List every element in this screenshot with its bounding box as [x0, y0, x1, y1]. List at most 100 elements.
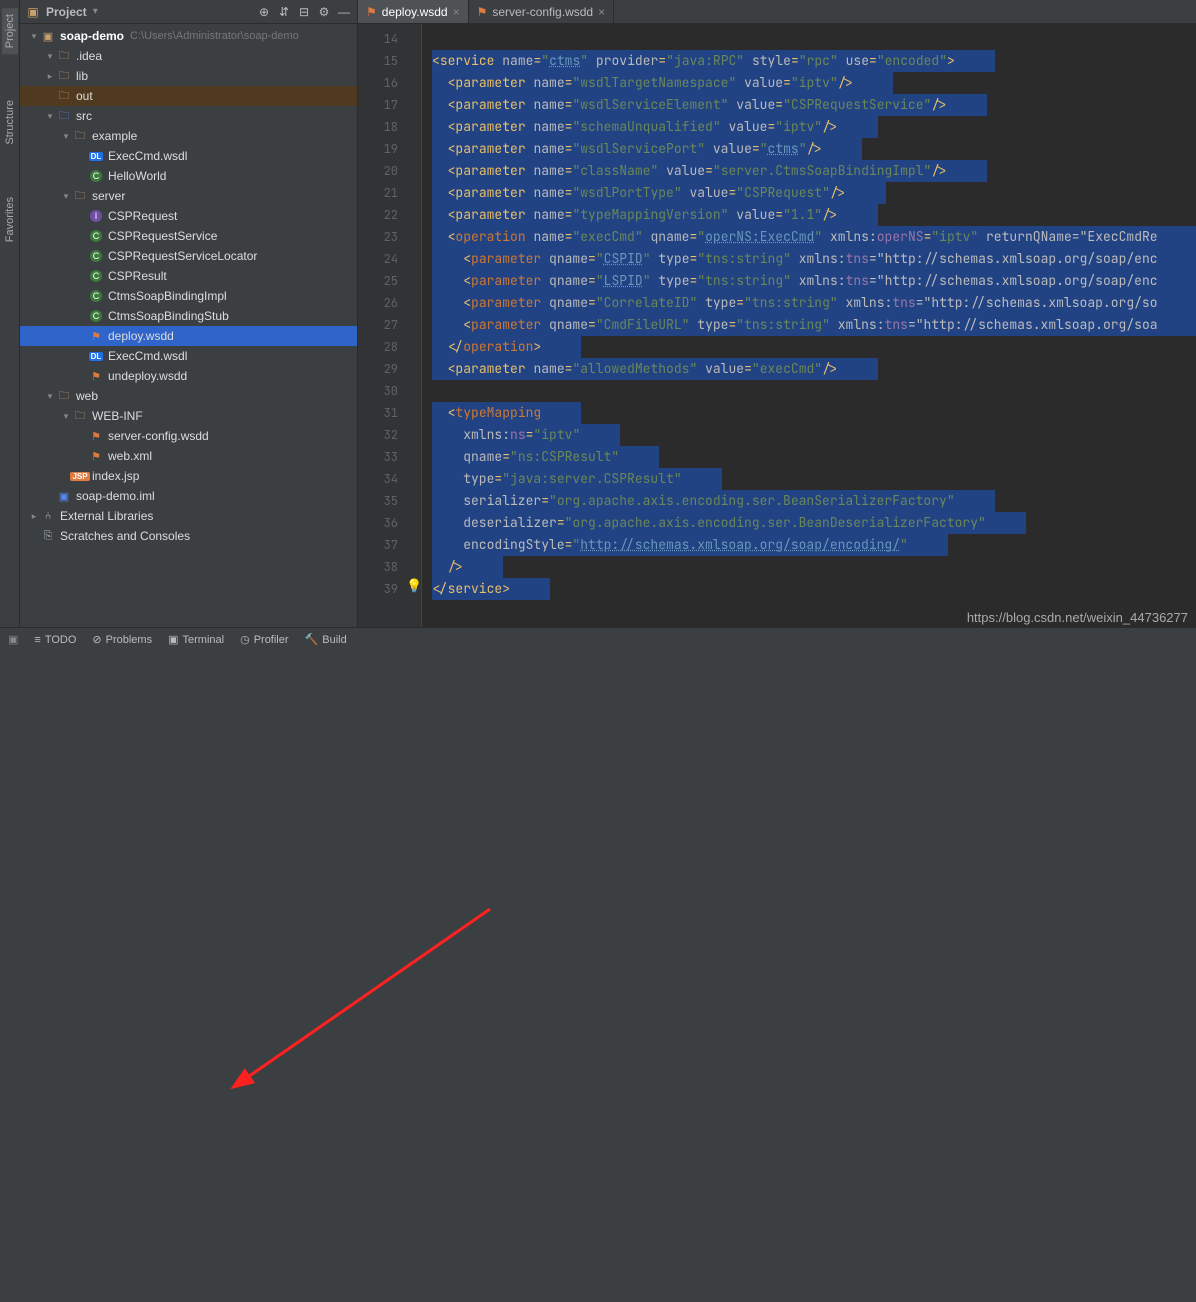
- tree-item[interactable]: CCtmsSoapBindingStub: [20, 306, 357, 326]
- chevron-icon[interactable]: ▾: [60, 131, 72, 142]
- line-number[interactable]: 38: [362, 556, 398, 578]
- scratches[interactable]: ⎘ Scratches and Consoles: [20, 526, 357, 546]
- line-number[interactable]: 30: [362, 380, 398, 402]
- external-libraries[interactable]: ▸ ⑃ External Libraries: [20, 506, 357, 526]
- close-icon[interactable]: ×: [453, 5, 460, 19]
- code-line[interactable]: <parameter qname="CorrelateID" type="tns…: [432, 292, 1196, 314]
- project-tree[interactable]: ▾ ▣ soap-demo C:\Users\Administrator\soa…: [20, 24, 357, 651]
- line-number[interactable]: 29: [362, 358, 398, 380]
- code-line[interactable]: qname="ns:CSPResult": [432, 446, 1196, 468]
- line-number[interactable]: 24: [362, 248, 398, 270]
- locate-icon[interactable]: ⊕: [257, 5, 271, 19]
- gear-icon[interactable]: ⚙: [317, 5, 331, 19]
- tree-item[interactable]: ⚑server-config.wsdd: [20, 426, 357, 446]
- profiler-tab[interactable]: ◷Profiler: [240, 633, 288, 646]
- line-number[interactable]: 34: [362, 468, 398, 490]
- todo-tab[interactable]: ≡TODO: [34, 634, 76, 646]
- tree-item[interactable]: ▾🗀WEB-INF: [20, 406, 357, 426]
- code-line[interactable]: serializer="org.apache.axis.encoding.ser…: [432, 490, 1196, 512]
- collapse-icon[interactable]: ⊟: [297, 5, 311, 19]
- code-line[interactable]: <parameter name="allowedMethods" value="…: [432, 358, 1196, 380]
- tree-item[interactable]: DLExecCmd.wsdl: [20, 346, 357, 366]
- tree-item[interactable]: CHelloWorld: [20, 166, 357, 186]
- code-line[interactable]: <parameter name="wsdlServicePort" value=…: [432, 138, 1196, 160]
- chevron-icon[interactable]: ▾: [60, 411, 72, 422]
- tree-item[interactable]: ▾🗀.idea: [20, 46, 357, 66]
- tree-item[interactable]: ▾🗀web: [20, 386, 357, 406]
- code-line[interactable]: [432, 380, 1196, 402]
- tree-item[interactable]: 🗀out: [20, 86, 357, 106]
- tree-item[interactable]: ▾🗀src: [20, 106, 357, 126]
- line-number[interactable]: 23: [362, 226, 398, 248]
- tree-item-selected[interactable]: ⚑deploy.wsdd: [20, 326, 357, 346]
- tree-item[interactable]: ⚑web.xml: [20, 446, 357, 466]
- chevron-icon[interactable]: ▾: [44, 51, 56, 62]
- tree-item[interactable]: CCSPRequestServiceLocator: [20, 246, 357, 266]
- line-number[interactable]: 28: [362, 336, 398, 358]
- line-number[interactable]: 25: [362, 270, 398, 292]
- build-tab[interactable]: 🔨Build: [305, 633, 347, 646]
- chevron-icon[interactable]: ▸: [44, 71, 56, 82]
- code-line[interactable]: <parameter name="wsdlServiceElement" val…: [432, 94, 1196, 116]
- code-line[interactable]: deserializer="org.apache.axis.encoding.s…: [432, 512, 1196, 534]
- toolwindow-project[interactable]: Project: [2, 8, 18, 54]
- code-line[interactable]: </service>: [432, 578, 1196, 600]
- code-line[interactable]: <operation name="execCmd" qname="operNS:…: [432, 226, 1196, 248]
- tree-item[interactable]: JSPindex.jsp: [20, 466, 357, 486]
- toolwindow-favorites[interactable]: Favorites: [2, 191, 18, 248]
- intention-bulb-icon[interactable]: 💡: [406, 578, 422, 594]
- line-number[interactable]: 33: [362, 446, 398, 468]
- tree-item[interactable]: CCSPRequestService: [20, 226, 357, 246]
- line-number[interactable]: 21: [362, 182, 398, 204]
- toolwindow-structure[interactable]: Structure: [2, 94, 18, 151]
- line-number[interactable]: 22: [362, 204, 398, 226]
- tree-item[interactable]: ⚑undeploy.wsdd: [20, 366, 357, 386]
- line-number[interactable]: 37: [362, 534, 398, 556]
- code-line[interactable]: <parameter name="typeMappingVersion" val…: [432, 204, 1196, 226]
- code-line[interactable]: <typeMapping: [432, 402, 1196, 424]
- line-number[interactable]: 32: [362, 424, 398, 446]
- close-icon[interactable]: ×: [598, 5, 605, 19]
- line-gutter[interactable]: 1415161718192021222324252627282930313233…: [358, 24, 406, 629]
- line-number[interactable]: 26: [362, 292, 398, 314]
- line-number[interactable]: 17: [362, 94, 398, 116]
- line-number[interactable]: 19: [362, 138, 398, 160]
- tree-item[interactable]: CCtmsSoapBindingImpl: [20, 286, 357, 306]
- tree-item[interactable]: ▾🗀example: [20, 126, 357, 146]
- expand-icon[interactable]: ⇵: [277, 5, 291, 19]
- code-line[interactable]: encodingStyle="http://schemas.xmlsoap.or…: [432, 534, 1196, 556]
- tree-item[interactable]: ICSPRequest: [20, 206, 357, 226]
- line-number[interactable]: 14: [362, 28, 398, 50]
- code-line[interactable]: <parameter name="className" value="serve…: [432, 160, 1196, 182]
- code-line[interactable]: <parameter qname="CmdFileURL" type="tns:…: [432, 314, 1196, 336]
- code-line[interactable]: xmlns:ns="iptv": [432, 424, 1196, 446]
- code-line[interactable]: <service name="ctms" provider="java:RPC"…: [432, 50, 1196, 72]
- tree-item[interactable]: ▣soap-demo.iml: [20, 486, 357, 506]
- tree-item[interactable]: CCSPResult: [20, 266, 357, 286]
- code-editor[interactable]: <service name="ctms" provider="java:RPC"…: [422, 24, 1196, 629]
- hide-icon[interactable]: —: [337, 5, 351, 19]
- chevron-icon[interactable]: ▾: [60, 191, 72, 202]
- code-line[interactable]: <parameter name="wsdlPortType" value="CS…: [432, 182, 1196, 204]
- line-number[interactable]: 20: [362, 160, 398, 182]
- tree-item[interactable]: ▸🗀lib: [20, 66, 357, 86]
- chevron-icon[interactable]: ▾: [44, 391, 56, 402]
- tree-item[interactable]: DLExecCmd.wsdl: [20, 146, 357, 166]
- code-line[interactable]: />: [432, 556, 1196, 578]
- code-line[interactable]: </operation>: [432, 336, 1196, 358]
- code-line[interactable]: <parameter name="schemaUnqualified" valu…: [432, 116, 1196, 138]
- problems-tab[interactable]: ⊘Problems: [92, 633, 152, 646]
- tree-root[interactable]: ▾ ▣ soap-demo C:\Users\Administrator\soa…: [20, 26, 357, 46]
- toolwindow-toggle-icon[interactable]: ▣: [8, 633, 18, 646]
- line-number[interactable]: 35: [362, 490, 398, 512]
- line-number[interactable]: 27: [362, 314, 398, 336]
- line-number[interactable]: 16: [362, 72, 398, 94]
- code-line[interactable]: <parameter qname="LSPID" type="tns:strin…: [432, 270, 1196, 292]
- editor-tab[interactable]: ⚑server-config.wsdd×: [469, 0, 615, 23]
- code-line[interactable]: [432, 28, 1196, 50]
- terminal-tab[interactable]: ▣Terminal: [168, 633, 224, 646]
- dropdown-icon[interactable]: ▾: [93, 6, 98, 17]
- line-number[interactable]: 15: [362, 50, 398, 72]
- line-number[interactable]: 31: [362, 402, 398, 424]
- code-line[interactable]: type="java:server.CSPResult": [432, 468, 1196, 490]
